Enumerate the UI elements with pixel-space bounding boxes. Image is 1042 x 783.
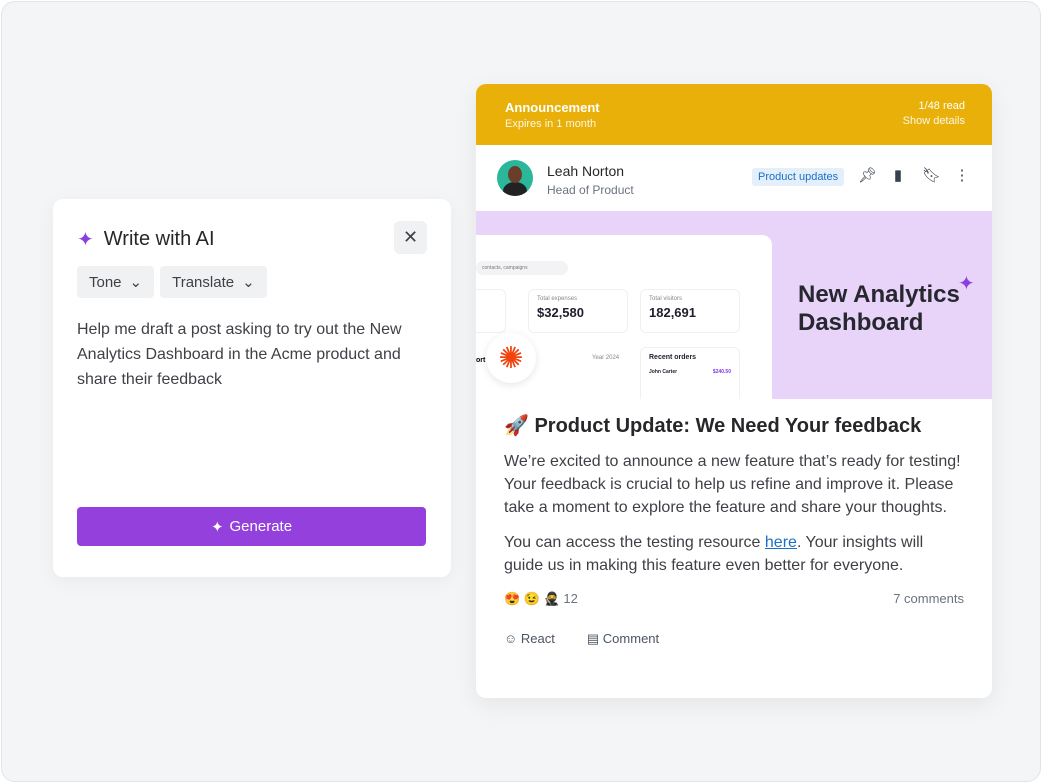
post-paragraph: You can access the testing resource here… [504, 531, 964, 577]
sparkle-icon: ✦ [958, 273, 975, 295]
close-icon: ✕ [402, 227, 419, 247]
stat-value: 058 [476, 299, 497, 314]
hero-title: New Analytics Dashboard [798, 281, 960, 337]
pin-icon[interactable]: 📌︎ [858, 166, 877, 184]
tone-label: Tone [89, 273, 122, 291]
announcement-banner: Announcement Expires in 1 month 1/48 read… [476, 84, 992, 145]
comment-label: Comment [602, 631, 660, 646]
react-button[interactable]: ☺︎ React [504, 631, 555, 647]
avatar[interactable] [497, 160, 533, 196]
generate-label: Generate [229, 518, 293, 535]
sparkle-icon: ✦ [77, 229, 94, 251]
bookmark-icon[interactable]: 🔖︎ [922, 166, 941, 184]
reactions[interactable]: 😍 😉 🥷 12 [504, 591, 578, 607]
react-label: React [520, 631, 555, 646]
author-row: Leah Norton Head of Product Product upda… [476, 145, 992, 211]
read-count: 1/48 read [918, 100, 965, 112]
hero-title-line: Dashboard [798, 309, 924, 336]
more-vertical-icon[interactable]: ⋮ [954, 166, 970, 184]
comments-count[interactable]: 7 comments [893, 591, 964, 607]
category-tag[interactable]: Product updates [752, 168, 845, 186]
show-details-link[interactable]: Show details [903, 115, 965, 127]
bar-chart-icon[interactable]: ▮ [890, 166, 906, 184]
announcement-post: Announcement Expires in 1 month 1/48 read… [476, 84, 992, 698]
reaction-count: 12 [563, 591, 578, 606]
translate-label: Translate [172, 273, 235, 291]
ai-panel-title: Write with AI [103, 228, 215, 250]
generate-button[interactable]: ✦ Generate [77, 507, 426, 546]
post-title: 🚀 Product Update: We Need Your feedback [504, 415, 922, 437]
chevron-down-icon: ⌄ [129, 274, 143, 291]
hero-title-line: New Analytics [798, 281, 960, 308]
comment-icon: ▤ [586, 631, 600, 646]
year-select: Year 2024 [592, 355, 620, 361]
translate-dropdown[interactable]: Translate ⌄ [160, 266, 267, 298]
banner-expires: Expires in 1 month [505, 118, 597, 130]
comment-button[interactable]: ▤ Comment [587, 631, 659, 647]
stat-label: Total visitors [649, 296, 683, 302]
hero-image: contacts, campaigns 058 Total expenses $3… [476, 211, 992, 399]
write-with-ai-panel: ✦ Write with AI ✕ Tone ⌄ Translate ⌄ Help … [53, 199, 451, 577]
chevron-down-icon: ⌄ [242, 274, 255, 291]
text: You can access the testing resource [504, 534, 765, 551]
add-emoji-icon: ☺︎ [504, 631, 518, 646]
stat-value: 182,691 [649, 305, 696, 320]
order-name: John Carter [649, 369, 678, 375]
prompt-input[interactable]: Help me draft a post asking to try out t… [77, 317, 427, 392]
report-label: ort [476, 357, 486, 364]
orders-title: Recent orders [649, 354, 697, 361]
order-amount: $240.50 [712, 369, 731, 375]
banner-type: Announcement [505, 100, 600, 115]
acme-logo-icon: ✺ [486, 333, 536, 383]
reaction-emojis: 😍 😉 🥷 [504, 591, 560, 606]
stat-label: Total expenses [537, 296, 578, 302]
close-button[interactable]: ✕ [394, 221, 427, 254]
author-role: Head of Product [547, 183, 634, 197]
stat-value: $32,580 [537, 305, 584, 320]
ai-panel-header: ✦ Write with AI [77, 227, 215, 252]
tone-dropdown[interactable]: Tone ⌄ [77, 266, 155, 298]
post-paragraph: We’re excited to announce a new feature … [504, 453, 961, 516]
resource-link[interactable]: here [765, 534, 797, 551]
sparkle-icon: ✦ [210, 518, 224, 536]
preview-search: contacts, campaigns [476, 261, 568, 275]
author-name[interactable]: Leah Norton [547, 163, 624, 179]
